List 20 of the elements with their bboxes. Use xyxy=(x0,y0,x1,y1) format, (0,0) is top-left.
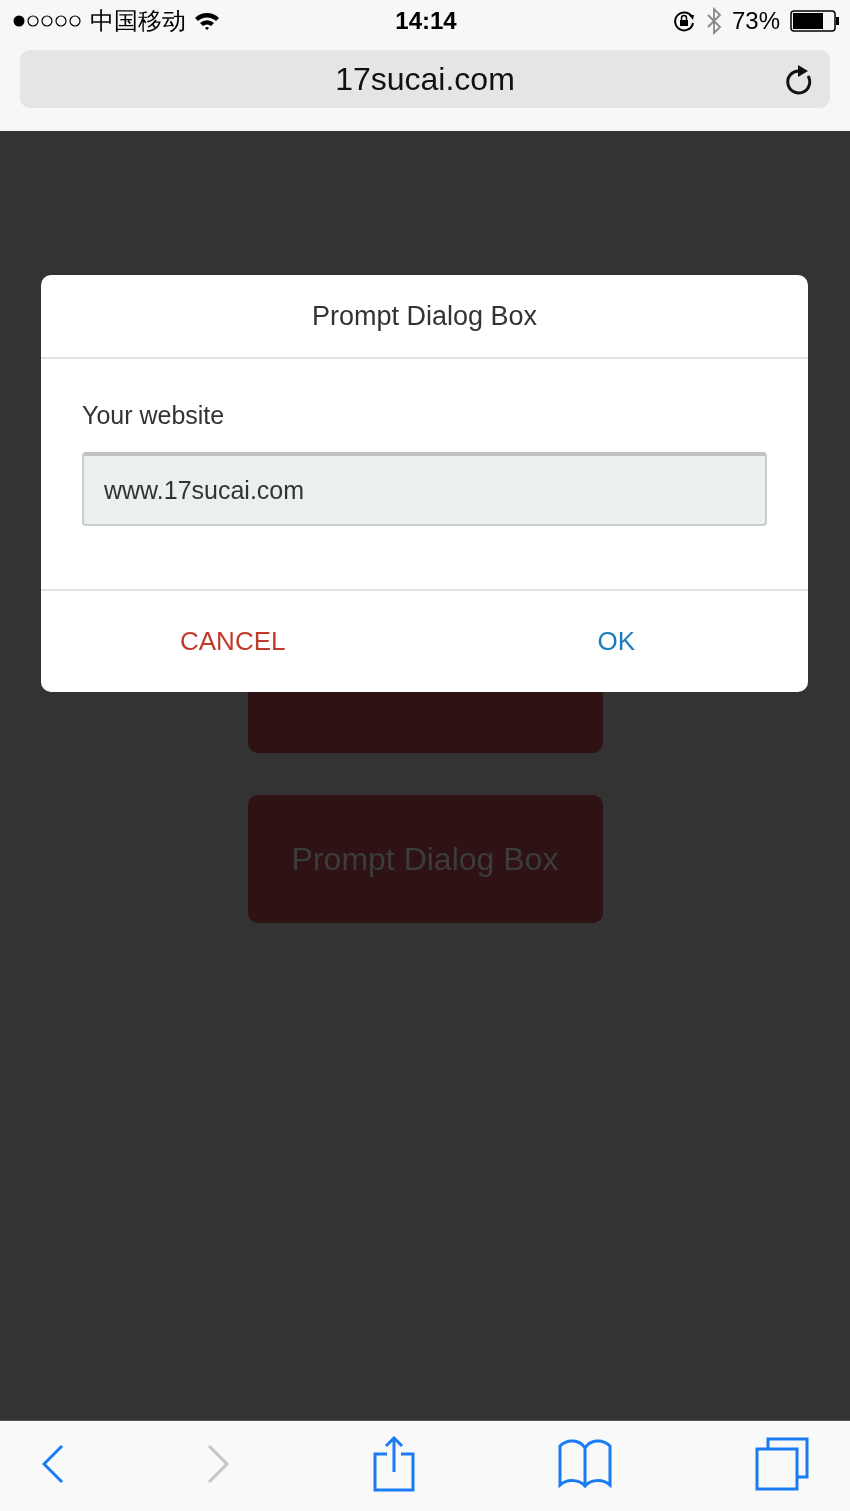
cancel-button[interactable]: CANCEL xyxy=(41,591,425,692)
carrier-name: 中国移动 xyxy=(90,6,186,36)
field-label: Your website xyxy=(82,401,226,430)
bluetooth-icon xyxy=(705,7,722,35)
battery-icon xyxy=(790,10,840,32)
ok-button[interactable]: OK xyxy=(424,591,808,692)
tabs-icon[interactable] xyxy=(755,1437,809,1491)
url-text: 17sucai.com xyxy=(335,60,515,98)
reload-icon[interactable] xyxy=(784,64,814,96)
signal-icon xyxy=(12,14,82,28)
wifi-icon xyxy=(194,11,220,31)
address-bar[interactable]: 17sucai.com xyxy=(20,50,830,108)
back-icon[interactable] xyxy=(42,1444,64,1484)
share-icon[interactable] xyxy=(372,1436,415,1492)
clock-time: 14:14 xyxy=(395,7,457,35)
rotation-lock-icon xyxy=(671,9,696,33)
website-input-field[interactable]: www.17sucai.com xyxy=(82,452,767,526)
battery-percent: 73% xyxy=(731,7,780,35)
dialog-title: Prompt Dialog Box xyxy=(311,300,538,332)
book-icon[interactable] xyxy=(557,1438,612,1490)
